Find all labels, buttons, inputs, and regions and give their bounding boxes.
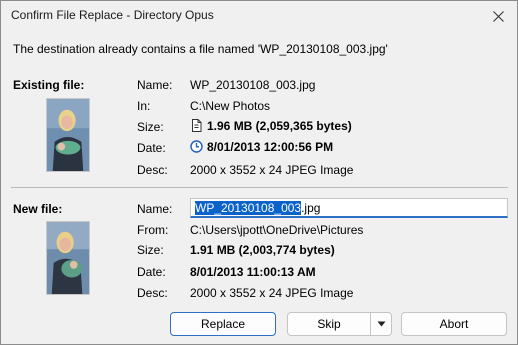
skip-button[interactable]: Skip [287,312,371,336]
replace-button[interactable]: Replace [170,312,276,336]
existing-desc-value: 2000 x 3552 x 24 JPEG Image [190,163,354,177]
existing-in-label: In: [137,99,151,113]
window-title: Confirm File Replace - Directory Opus [11,8,214,22]
close-button[interactable] [483,3,513,29]
abort-button[interactable]: Abort [401,312,507,336]
new-from-label: From: [137,223,169,237]
new-size-label: Size: [137,243,164,257]
clock-icon [190,140,203,153]
new-size-value: 1.91 MB (2,003,774 bytes) [190,243,335,257]
replace-button-label: Replace [200,317,246,331]
existing-date-label: Date: [137,141,166,155]
existing-file-heading: Existing file: [13,78,85,92]
new-name-input[interactable]: WP_20130108_003.jpg [190,198,508,218]
conflict-message: The destination already contains a file … [13,42,388,56]
new-name-extension: .jpg [301,201,321,215]
existing-size-value: 1.96 MB (2,059,365 bytes) [190,119,352,133]
document-icon [192,119,202,132]
new-desc-label: Desc: [137,286,168,300]
new-name-selected-text: WP_20130108_003 [195,201,302,215]
abort-button-label: Abort [439,317,469,331]
existing-desc-label: Desc: [137,163,168,177]
new-date-value: 8/01/2013 11:00:13 AM [190,265,316,279]
section-divider [11,187,508,188]
existing-name-value: WP_20130108_003.jpg [190,78,316,92]
new-desc-value: 2000 x 3552 x 24 JPEG Image [190,286,354,300]
confirm-replace-dialog: Confirm File Replace - Directory Opus Th… [0,0,518,345]
existing-size-label: Size: [137,120,164,134]
close-icon [492,10,504,22]
new-file-heading: New file: [13,202,63,216]
existing-file-thumbnail [46,98,90,172]
existing-size-text: 1.96 MB (2,059,365 bytes) [207,119,352,133]
new-from-value: C:\Users\jpott\OneDrive\Pictures [190,223,364,237]
chevron-down-icon [377,321,385,327]
existing-date-value: 8/01/2013 12:00:56 PM [190,140,333,154]
existing-name-label: Name: [137,78,173,92]
new-file-thumbnail [46,221,90,295]
new-date-label: Date: [137,265,166,279]
skip-button-label: Skip [317,317,341,331]
existing-date-text: 8/01/2013 12:00:56 PM [207,140,334,154]
title-bar[interactable]: Confirm File Replace - Directory Opus [1,1,517,31]
existing-in-value: C:\New Photos [190,99,271,113]
skip-dropdown-button[interactable] [370,312,392,336]
new-name-label: Name: [137,202,173,216]
